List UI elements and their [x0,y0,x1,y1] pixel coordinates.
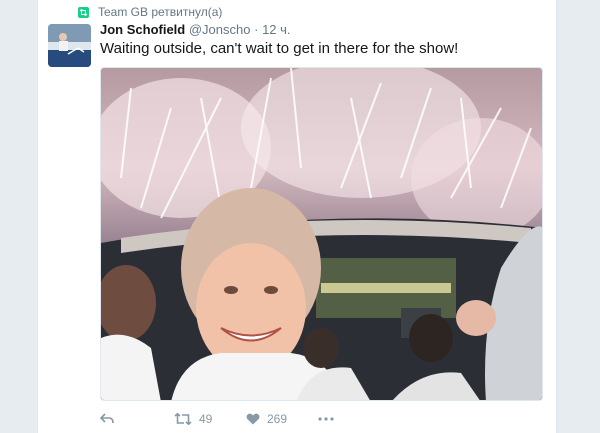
retweet-context-text[interactable]: Team GB ретвитнул(а) [98,5,222,19]
retweet-icon [78,6,89,18]
reply-icon [100,413,114,425]
reply-button[interactable] [100,413,174,425]
tweet-card[interactable]: Team GB ретвитнул(а) Jon Schofield @Jons… [37,0,557,433]
more-button[interactable] [318,417,334,421]
author-name[interactable]: Jon Schofield [100,22,185,37]
retweet-count: 49 [199,412,213,426]
heart-icon [246,413,260,425]
tweet-actions: 49 269 [100,408,334,430]
retweet-context: Team GB ретвитнул(а) [78,4,222,20]
retweet-button[interactable]: 49 [174,412,246,426]
tweet-timestamp[interactable]: 12 ч. [262,22,290,37]
author-handle[interactable]: @Jonscho [189,22,251,37]
avatar[interactable] [48,24,91,67]
more-icon [318,417,334,421]
photo-content [101,68,542,400]
like-count: 269 [267,412,288,426]
tweet-text: Waiting outside, can't wait to get in th… [100,40,459,57]
tweet-header: Jon Schofield @Jonscho · 12 ч. [100,22,291,37]
retweet-action-icon [174,413,192,425]
header-separator: · [254,22,259,37]
like-button[interactable]: 269 [246,412,318,426]
tweet-photo[interactable] [100,67,543,401]
